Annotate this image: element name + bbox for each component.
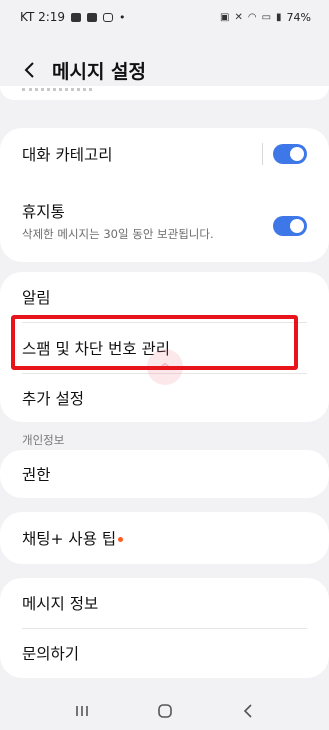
status-left: KT 2:19 • <box>20 10 126 24</box>
toggle-knob <box>290 219 304 233</box>
mute-icon: ✕ <box>234 11 243 23</box>
card-permissions: 권한 <box>0 450 329 498</box>
notifications-row[interactable]: 알림 <box>0 272 329 322</box>
chat-categories-toggle[interactable] <box>273 144 307 164</box>
home-button[interactable] <box>145 696 185 726</box>
carrier-time: KT 2:19 <box>20 10 66 24</box>
chat-plus-tips-row[interactable]: 채팅+ 사용 팁 <box>0 512 329 564</box>
card-chat-tips: 채팅+ 사용 팁 <box>0 512 329 564</box>
trash-toggle[interactable] <box>273 216 307 236</box>
vertical-separator <box>262 143 263 165</box>
privacy-section-label: 개인정보 <box>22 433 65 447</box>
gallery-notification-icon <box>71 12 82 22</box>
new-badge-dot <box>118 536 124 542</box>
back-nav-button[interactable] <box>228 696 268 726</box>
toggle-knob <box>290 147 304 161</box>
recents-button[interactable] <box>62 696 102 726</box>
wifi-icon: ◠ <box>247 11 257 23</box>
lock-icon: ▣ <box>220 11 230 23</box>
contact-us-label: 문의하기 <box>22 645 80 663</box>
page-title: 메시지 설정 <box>52 60 147 83</box>
chat-plus-tips-label: 채팅+ 사용 팁 <box>22 530 117 548</box>
peek-dots <box>22 88 92 92</box>
contact-us-row[interactable]: 문의하기 <box>0 629 329 677</box>
home-icon <box>157 704 172 718</box>
card-general: 알림 스팸 및 차단 번호 관리 추가 설정 <box>0 272 329 422</box>
instagram-notification-icon <box>103 12 114 22</box>
chevron-left-icon <box>24 62 34 78</box>
recents-icon <box>75 706 88 716</box>
youtube-notification-icon <box>87 12 98 22</box>
more-settings-label: 추가 설정 <box>22 390 84 408</box>
status-bar: KT 2:19 • ▣ ✕ ◠ ▭ ▮ 74% <box>0 0 329 34</box>
notifications-label: 알림 <box>22 289 51 307</box>
navigation-bar <box>0 692 329 730</box>
card-info: 메시지 정보 문의하기 <box>0 578 329 678</box>
permissions-row[interactable]: 권한 <box>0 450 329 498</box>
more-notifications-dot: • <box>119 10 126 24</box>
about-messages-label: 메시지 정보 <box>22 595 99 613</box>
battery-percent: 74% <box>286 10 311 24</box>
signal-icon: ▮ <box>276 11 282 23</box>
chat-categories-label: 대화 카테고리 <box>22 146 113 164</box>
trash-subtitle: 삭제한 메시지는 30일 동안 보관됩니다. <box>22 227 214 241</box>
status-right: ▣ ✕ ◠ ▭ ▮ 74% <box>220 11 311 24</box>
previous-card-peek <box>0 86 329 100</box>
header: 메시지 설정 <box>0 50 329 90</box>
spam-block-label: 스팸 및 차단 번호 관리 <box>22 340 171 358</box>
back-button[interactable] <box>18 54 42 86</box>
trash-label: 휴지통 <box>22 203 65 221</box>
permissions-label: 권한 <box>22 466 51 484</box>
card-chat-trash: 대화 카테고리 휴지통 삭제한 메시지는 30일 동안 보관됩니다. <box>0 128 329 262</box>
about-messages-row[interactable]: 메시지 정보 <box>0 578 329 628</box>
watermark-logo: ✿ <box>147 349 183 385</box>
back-nav-icon <box>243 704 252 718</box>
volte-icon: ▭ <box>261 11 272 23</box>
